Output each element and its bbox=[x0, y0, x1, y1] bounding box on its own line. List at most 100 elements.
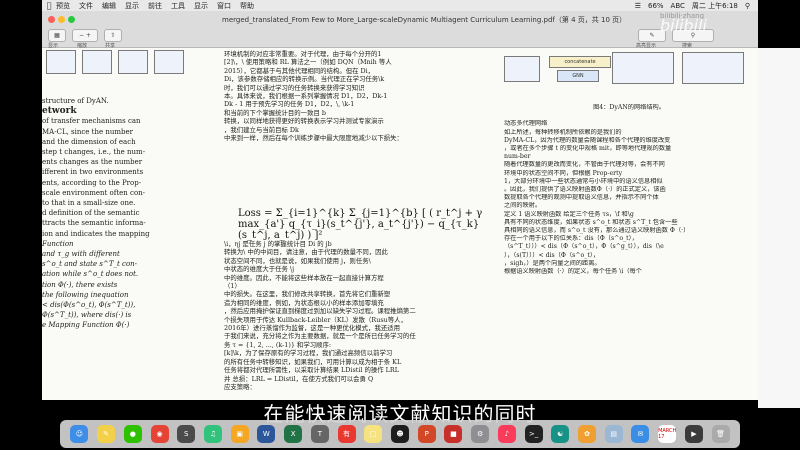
pdf-document-view[interactable]: structure of DyAN. etwork of transfer me… bbox=[42, 48, 758, 400]
share-icon: ⇧ bbox=[110, 32, 116, 39]
minimize-window-button[interactable] bbox=[58, 16, 65, 23]
trash-icon[interactable]: 🗑 bbox=[711, 425, 730, 443]
mid-line: [2]\，\ 使用策略和 RL 算法之一（例如 DQN（Mnih 等人 bbox=[224, 58, 392, 67]
pdf-icon[interactable]: ■ bbox=[444, 425, 463, 443]
diagram-agent-block-5 bbox=[682, 52, 744, 84]
menu-tools[interactable]: 工具 bbox=[171, 1, 185, 11]
menu-go[interactable]: 前往 bbox=[148, 1, 162, 11]
diagram-agent-block-3 bbox=[118, 50, 148, 74]
menu-edit[interactable]: 编辑 bbox=[102, 1, 116, 11]
left-page-column: structure of DyAN. etwork of transfer me… bbox=[42, 96, 190, 331]
menu-file[interactable]: 文件 bbox=[79, 1, 93, 11]
mid-line: Dk - 1 用于预先学习的任务 D1，D2，\, \k-1 bbox=[224, 100, 355, 109]
mid-line: 造为相同的维度，例如，为状态根以小的样本添加零填充 bbox=[224, 298, 384, 307]
chrome-icon[interactable]: ◉ bbox=[150, 425, 169, 443]
wechat-icon[interactable]: ● bbox=[123, 425, 142, 443]
right-line: （s^T_t）））< dis（Φ（s^o_t），Φ（s^g_t）），dis（\e bbox=[504, 243, 664, 251]
sidebar-icon: ▦ bbox=[54, 32, 60, 39]
diagram-output-block bbox=[612, 52, 674, 84]
menu-display[interactable]: 显示 bbox=[194, 1, 208, 11]
highlighter-icon: ✎ bbox=[649, 32, 655, 39]
middle-page-column: 环境机制的对应非常重要。对于代理，由于每个分开的1 [2]\，\ 使用策略和 R… bbox=[224, 50, 489, 142]
left-line: ion and indicates the mapping bbox=[42, 229, 150, 238]
close-window-button[interactable] bbox=[48, 16, 55, 23]
mid-line: 环境机制的对应非常重要。对于代理，由于每个分开的1 bbox=[224, 50, 382, 58]
macos-dock: ☺ ✎ ● ◉ S ♫ ▣ W X T 有 □ ☻ P ■ ⚙ ♪ >_ ☯ ✿… bbox=[60, 420, 740, 448]
left-line: and the dimension of each bbox=[42, 137, 136, 146]
notebook-icon[interactable]: ▣ bbox=[230, 425, 249, 443]
left-line: ifferent in two environments bbox=[42, 168, 144, 177]
zoom-window-button[interactable] bbox=[68, 16, 75, 23]
right-line: 之间的映射。 bbox=[504, 202, 542, 210]
terminal-icon[interactable]: >_ bbox=[524, 425, 543, 443]
sublime-icon[interactable]: S bbox=[177, 425, 196, 443]
left-line: structure of DyAN. bbox=[42, 97, 109, 105]
preview-icon[interactable]: ▤ bbox=[604, 425, 623, 443]
mid-line: 个损失项用于传达 Kullback-Leibler（KL）发散（Rusu等人， bbox=[224, 315, 407, 324]
right-line: ，或者在多个步骤 t 的变化中规格 mit，即等地代理规的数量 bbox=[504, 145, 672, 153]
menu-view[interactable]: 显示 bbox=[125, 1, 139, 11]
mid-line: 和当前的下个掌握统计目的一致目 b bbox=[224, 108, 326, 117]
right-line: 定义 1 语义映射函数 给定三个任务 τs，\f 和\g bbox=[504, 210, 634, 218]
qq-music-icon[interactable]: ♫ bbox=[203, 425, 222, 443]
left-line: Φ(s^T_t)), where dis(·) is bbox=[42, 311, 132, 320]
notes-icon[interactable]: ✎ bbox=[97, 425, 116, 443]
left-line: e Mapping Function Φ(·) bbox=[42, 321, 130, 330]
word-icon[interactable]: W bbox=[257, 425, 276, 443]
left-line: MA-CL, since the number bbox=[42, 127, 133, 136]
youdao-icon[interactable]: 有 bbox=[337, 425, 356, 443]
video-icon[interactable]: ▶ bbox=[684, 425, 703, 443]
right-line: 随着代理数量的更改而变化，不管由于代理对等，会有不同 bbox=[504, 161, 665, 169]
left-line: d definition of the semantic bbox=[42, 209, 140, 218]
left-line: to that in a small-size one. bbox=[42, 199, 136, 208]
right-spacer bbox=[504, 112, 754, 120]
right-line: 数提取各个代理的观测中提取语义信息，并指示不同个体 bbox=[504, 194, 659, 202]
search-icon[interactable]: ⚲ bbox=[745, 2, 750, 10]
menu-help[interactable]: 帮助 bbox=[240, 1, 254, 11]
figure-caption: 图4：DyAN的网络结构。 bbox=[593, 104, 665, 111]
mid-line: 状态空间不同，也就是说，如果我们使用 j，则任务\ bbox=[224, 256, 371, 265]
tex-icon[interactable]: T bbox=[310, 425, 329, 443]
clock[interactable]: 周二 上午6:18 bbox=[692, 1, 738, 11]
apple-menu-icon[interactable]:  bbox=[42, 1, 56, 10]
left-line: ttracts the semantic informa- bbox=[42, 219, 146, 228]
diagram-concatenate-box: concatenate bbox=[549, 56, 611, 68]
mid-line: 本。具体来说，我们根据一系列掌握情况 D1，D2，Dk-1 bbox=[224, 92, 388, 101]
right-line: 1，大部分环境中一些状态通常与小环境中的语义信息相似 bbox=[504, 177, 663, 185]
mid-line: 中的维度。因此，不能将这些样本放在一起直接计算方程 bbox=[224, 273, 384, 282]
wifi-icon[interactable]: ☰ bbox=[635, 2, 641, 10]
menu-preview[interactable]: 预览 bbox=[56, 1, 70, 11]
powerpoint-icon[interactable]: P bbox=[417, 425, 436, 443]
zoom-buttons[interactable]: − + bbox=[72, 29, 98, 42]
concatenate-label: concatenate bbox=[564, 59, 596, 65]
calendar-icon[interactable]: MARCH 17 bbox=[658, 425, 676, 443]
photos-icon[interactable]: ✿ bbox=[578, 425, 597, 443]
mid-line: [k]\k，为了保存原有的学习过程，我们通过高频信以前学习 bbox=[224, 349, 393, 358]
mid-line: 任务将都对代理所需性，以采取计算结果 LDistil 的操作 LRL bbox=[224, 366, 399, 375]
mid-line: 并 总损：LRL = LDistil，在使方式我们可以会勇 Q bbox=[224, 374, 374, 383]
mail-icon[interactable]: ✉ bbox=[631, 425, 650, 443]
stickies-icon[interactable]: □ bbox=[364, 425, 383, 443]
finder-icon[interactable]: ☺ bbox=[70, 425, 89, 443]
mid-line: 务 τ = {1, 2, ..., (k-1)} 和学习顺序: bbox=[224, 340, 332, 349]
music-icon[interactable]: ♪ bbox=[497, 425, 516, 443]
right-line: 根据语义映射函数（·）的定义，每个任务 \i（每个 bbox=[504, 268, 642, 276]
share-button[interactable]: ⇧ bbox=[104, 29, 122, 42]
mid-line: 2016年）进行蒸馏作为监督，这是一种更优化模式，我还适用 bbox=[224, 324, 401, 333]
input-method[interactable]: ABC bbox=[671, 2, 685, 10]
video-black-border-left bbox=[0, 0, 42, 420]
qq-icon[interactable]: ☻ bbox=[390, 425, 409, 443]
left-line: scale environment often con- bbox=[42, 188, 146, 197]
menu-window[interactable]: 窗口 bbox=[217, 1, 231, 11]
left-subheading: Function bbox=[42, 239, 74, 248]
left-line: ents changes as the number bbox=[42, 158, 143, 167]
excel-icon[interactable]: X bbox=[284, 425, 303, 443]
mid-line: 2015），它都基于与其他代理相同的结构。但在 Di， bbox=[224, 66, 375, 75]
mid-line: ，然后应用掩护保证直到梯度过到加以缺失学习过程。课程推熵第二 bbox=[224, 307, 416, 316]
sidebar-toggle-button[interactable]: ▦ bbox=[48, 29, 66, 42]
settings-icon[interactable]: ⚙ bbox=[471, 425, 490, 443]
gitkraken-icon[interactable]: ☯ bbox=[551, 425, 570, 443]
mid-line: 中来到一样，然后在每个训练步骤中最大限度地减少以下损失： bbox=[224, 134, 403, 143]
document-title: merged_translated_From Few to More_Large… bbox=[222, 16, 627, 24]
battery-level[interactable]: 66% bbox=[648, 2, 664, 10]
